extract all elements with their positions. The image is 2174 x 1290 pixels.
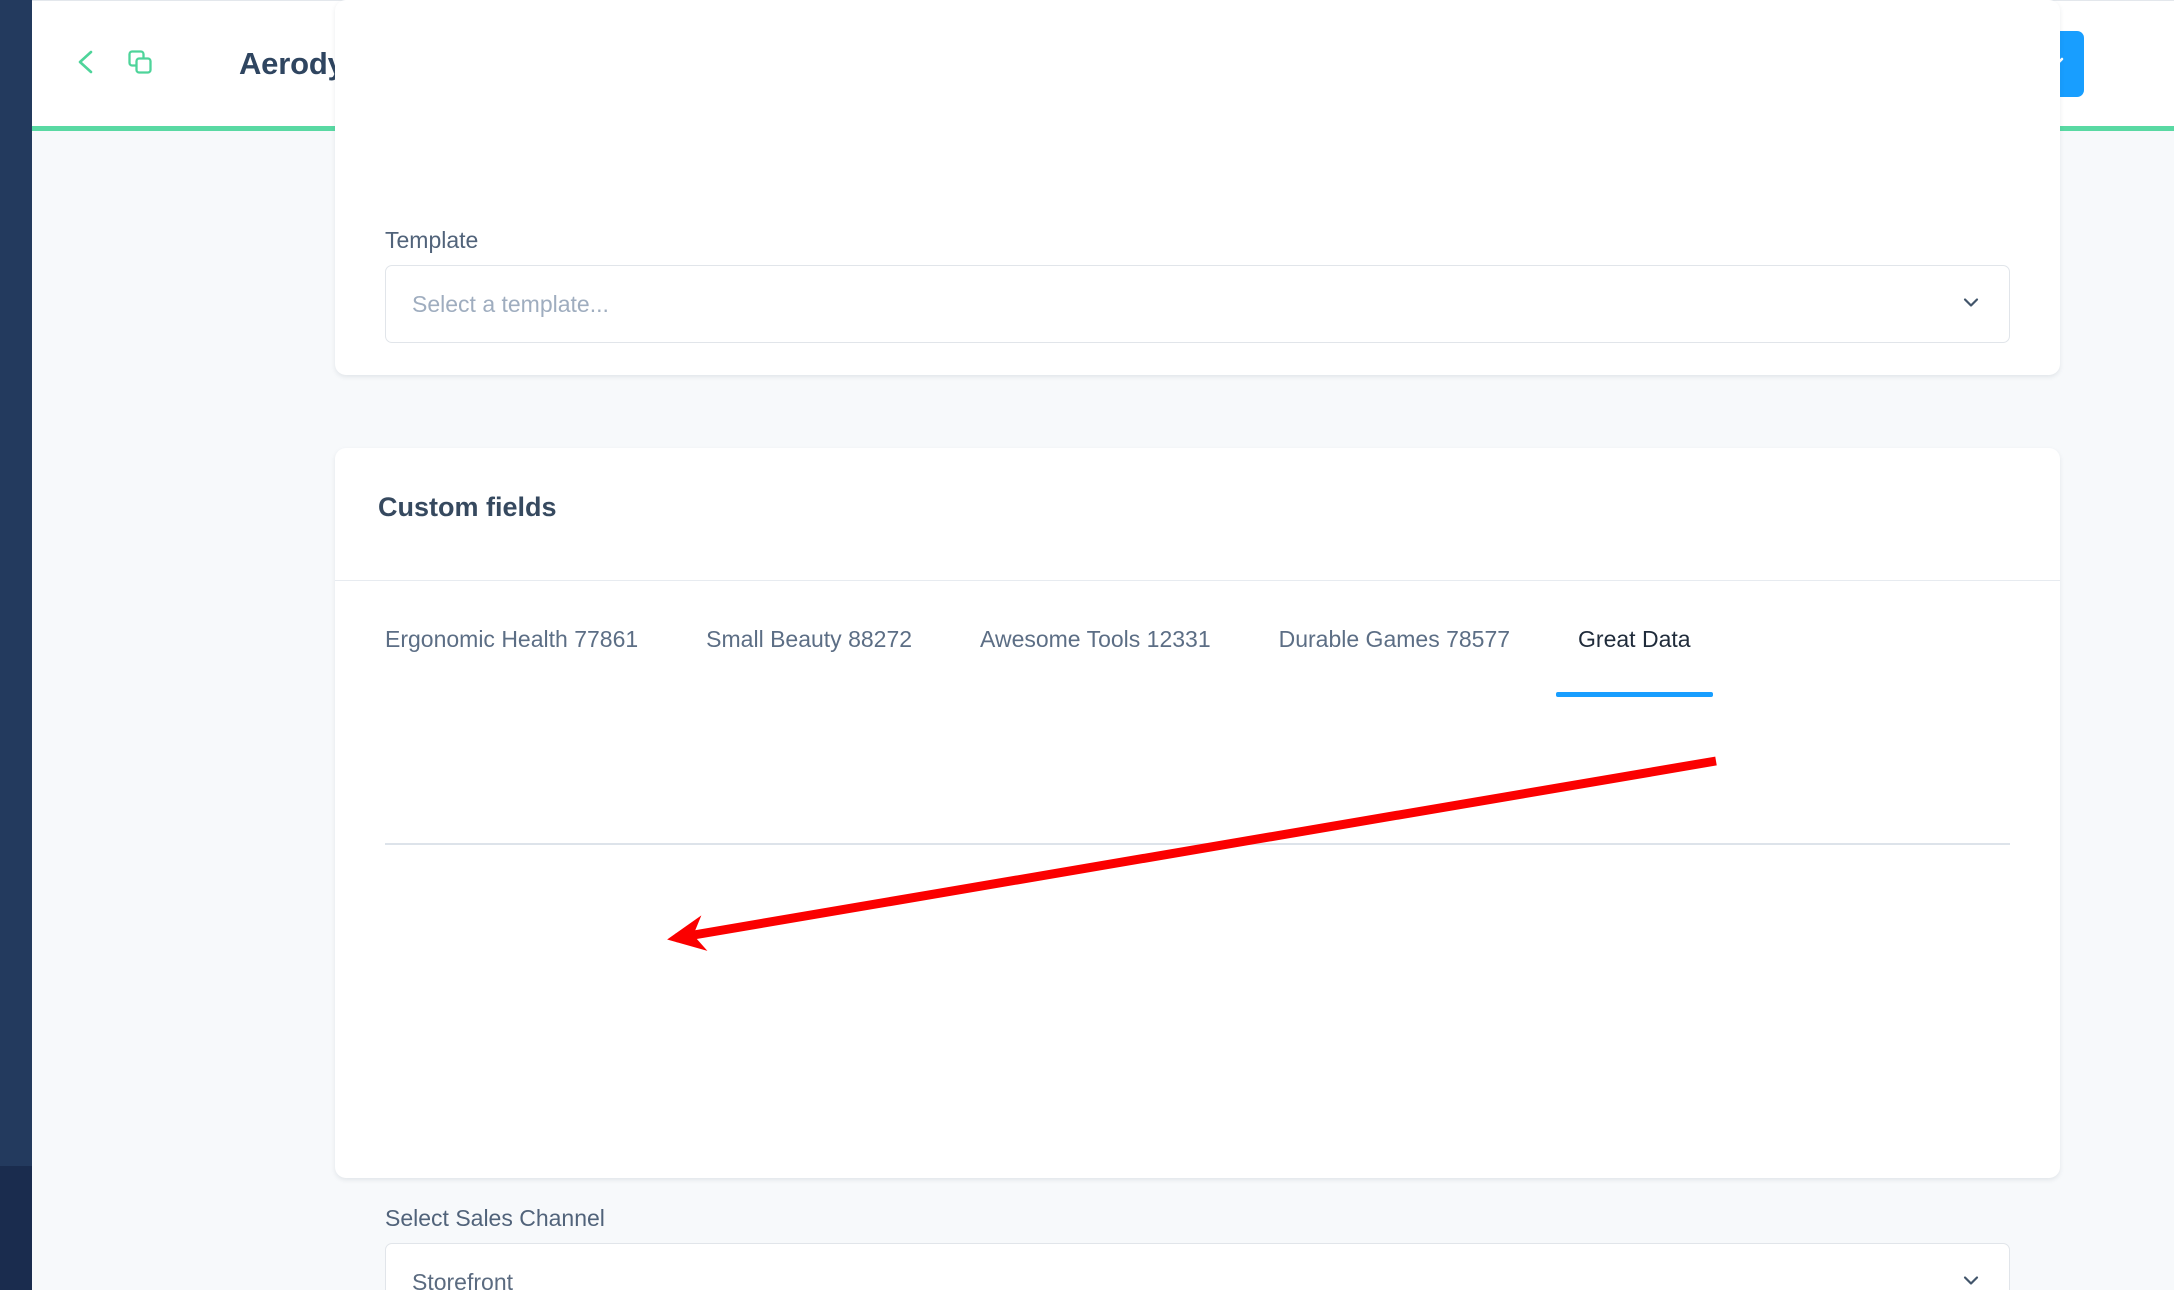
app-sidebar-rail-footer	[0, 1166, 32, 1290]
duplicate-button[interactable]	[118, 42, 162, 86]
chevron-down-icon	[1959, 1268, 1983, 1290]
app-sidebar-rail	[0, 0, 32, 1290]
template-select-placeholder: Select a template...	[412, 290, 609, 317]
tabs-baseline	[385, 843, 2010, 845]
divider	[335, 580, 2060, 581]
tab-small-beauty-88272[interactable]: Small Beauty 88272	[706, 626, 912, 697]
custom-fields-card: Custom fields Ergonomic Health 77861 Sma…	[335, 448, 2060, 1290]
sales-channel-value: Storefront	[412, 1268, 513, 1290]
page-content: Template Select a template... Custom fie…	[32, 0, 2174, 1290]
template-select[interactable]: Select a template...	[385, 265, 2010, 343]
custom-fields-tabs: Ergonomic Health 77861 Small Beauty 8827…	[385, 626, 2010, 697]
chevron-down-icon	[1959, 290, 1983, 319]
template-label: Template	[385, 227, 479, 253]
tab-ergonomic-health-77861[interactable]: Ergonomic Health 77861	[385, 626, 638, 697]
sales-channel-label: Select Sales Channel	[385, 1205, 605, 1231]
template-card: Template Select a template...	[335, 0, 2060, 375]
tab-awesome-tools-12331[interactable]: Awesome Tools 12331	[980, 626, 1211, 697]
back-button[interactable]	[64, 42, 108, 86]
sales-channel-select[interactable]: Storefront	[385, 1243, 2010, 1290]
tab-great-data[interactable]: Great Data	[1556, 626, 1712, 697]
tab-durable-games-78577[interactable]: Durable Games 78577	[1279, 626, 1510, 697]
chevron-left-icon	[73, 47, 99, 80]
duplicate-icon	[125, 47, 155, 80]
custom-fields-title: Custom fields	[378, 492, 557, 522]
